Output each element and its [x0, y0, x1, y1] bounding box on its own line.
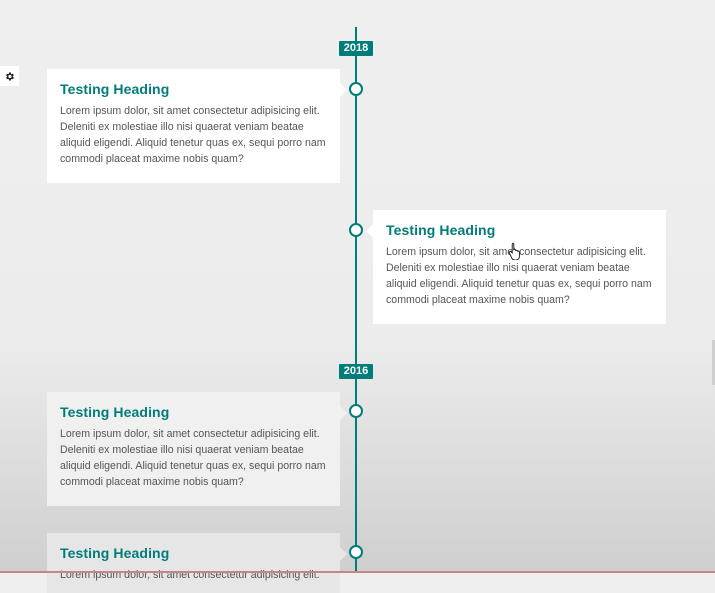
timeline-card: Testing Heading Lorem ipsum dolor, sit a…	[47, 392, 347, 506]
timeline-node	[349, 82, 363, 96]
card-heading: Testing Heading	[60, 404, 170, 420]
card-body: Lorem ipsum dolor, sit amet consectetur …	[60, 569, 320, 581]
timeline-card: Testing Heading Lorem ipsum dolor, sit a…	[47, 69, 347, 183]
card-heading: Testing Heading	[386, 222, 496, 238]
timeline-node	[349, 404, 363, 418]
timeline-node	[349, 545, 363, 559]
scrollbar[interactable]	[711, 0, 715, 573]
card-body: Lorem ipsum dolor, sit amet consectetur …	[60, 105, 326, 165]
year-badge-2016: 2016	[339, 364, 373, 379]
card-heading: Testing Heading	[60, 545, 170, 561]
timeline-node	[349, 223, 363, 237]
timeline-axis	[355, 27, 357, 573]
hand-pointer-icon	[508, 242, 520, 260]
timeline-card: Testing Heading Lorem ipsum dolor, sit a…	[47, 533, 347, 593]
card-body: Lorem ipsum dolor, sit amet consectetur …	[60, 428, 326, 488]
gear-icon	[6, 72, 14, 80]
settings-button[interactable]	[0, 66, 19, 86]
card-heading: Testing Heading	[60, 81, 170, 97]
timeline-card: Testing Heading Lorem ipsum dolor, sit a…	[366, 210, 666, 324]
year-badge-2018: 2018	[339, 41, 373, 56]
